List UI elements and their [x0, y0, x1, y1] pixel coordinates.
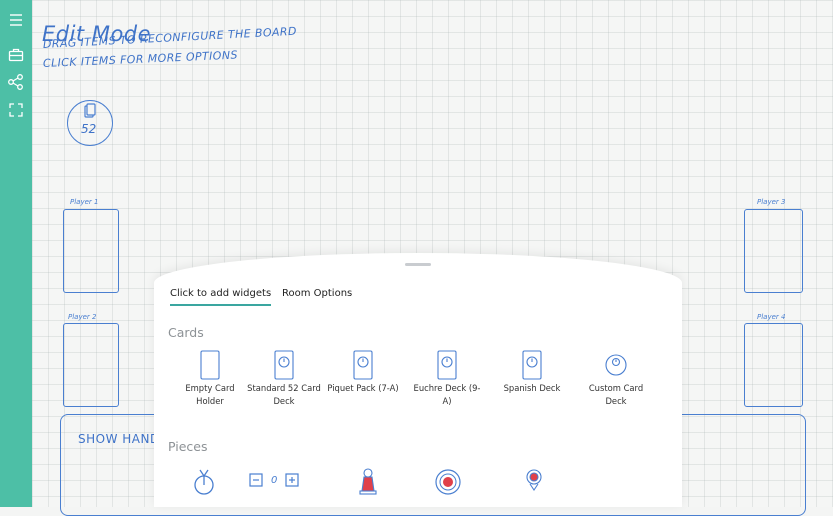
share-icon[interactable]: [6, 72, 26, 92]
deck-count: 52: [81, 122, 97, 136]
widget-counter[interactable]: 0: [249, 473, 299, 487]
widgets-panel: Click to add widgets Room Options Cards …: [154, 253, 682, 507]
spinner-icon: [194, 469, 214, 495]
plus-icon: [285, 473, 299, 487]
widget-euchre-deck[interactable]: Euchre Deck (9-A): [410, 350, 484, 408]
player-2-zone[interactable]: [63, 323, 119, 407]
pieces-section-heading: Pieces: [168, 439, 208, 454]
show-hand-label: Show Hand: [78, 432, 160, 446]
token-icon: [435, 469, 461, 495]
player-4-label: Player 4: [757, 313, 786, 321]
widget-label: Standard 52 Card Deck: [247, 383, 321, 406]
player-1-label: Player 1: [70, 198, 99, 206]
custom-deck-icon: [605, 354, 627, 376]
marker-icon: [526, 469, 542, 491]
sidebar: [0, 0, 32, 507]
tab-room-options[interactable]: Room Options: [282, 288, 352, 304]
pawn-icon: [359, 468, 377, 495]
widget-label: Spanish Deck: [503, 383, 561, 393]
widget-custom-card-deck[interactable]: Custom Card Deck: [579, 350, 653, 408]
widget-standard-52-deck[interactable]: Standard 52 Card Deck: [247, 350, 321, 408]
player-2-label: Player 2: [68, 313, 97, 321]
deck-icon: [522, 350, 542, 380]
player-4-zone[interactable]: [744, 323, 803, 407]
widget-label: Euchre Deck (9-A): [413, 383, 481, 406]
briefcase-icon[interactable]: [6, 45, 26, 65]
widget-spinner[interactable]: [192, 468, 216, 502]
widget-token[interactable]: [434, 468, 462, 500]
menu-icon[interactable]: [6, 10, 26, 30]
widget-marker[interactable]: [523, 467, 545, 499]
widget-spanish-deck[interactable]: Spanish Deck: [495, 350, 569, 395]
deck-icon: [353, 350, 373, 380]
player-3-label: Player 3: [757, 198, 786, 206]
minus-icon: [249, 473, 263, 487]
counter-value: 0: [271, 474, 278, 486]
deck-stack[interactable]: 52: [67, 100, 113, 146]
tab-add-widgets[interactable]: Click to add widgets: [170, 288, 272, 306]
cards-section-heading: Cards: [168, 325, 204, 340]
widget-pawn[interactable]: [357, 466, 379, 500]
widget-label: Piquet Pack (7-A): [327, 383, 399, 393]
widget-label: Custom Card Deck: [588, 383, 644, 406]
player-1-zone[interactable]: [63, 209, 119, 293]
empty-card-icon: [200, 350, 220, 380]
deck-icon: [437, 350, 457, 380]
fullscreen-icon[interactable]: [6, 100, 26, 120]
widget-piquet-pack[interactable]: Piquet Pack (7-A): [326, 350, 400, 395]
widget-empty-card-holder[interactable]: Empty Card Holder: [173, 350, 247, 408]
player-3-zone[interactable]: [744, 209, 803, 293]
panel-drag-handle[interactable]: [405, 263, 431, 266]
deck-icon: [274, 350, 294, 380]
widget-label: Empty Card Holder: [185, 383, 235, 406]
